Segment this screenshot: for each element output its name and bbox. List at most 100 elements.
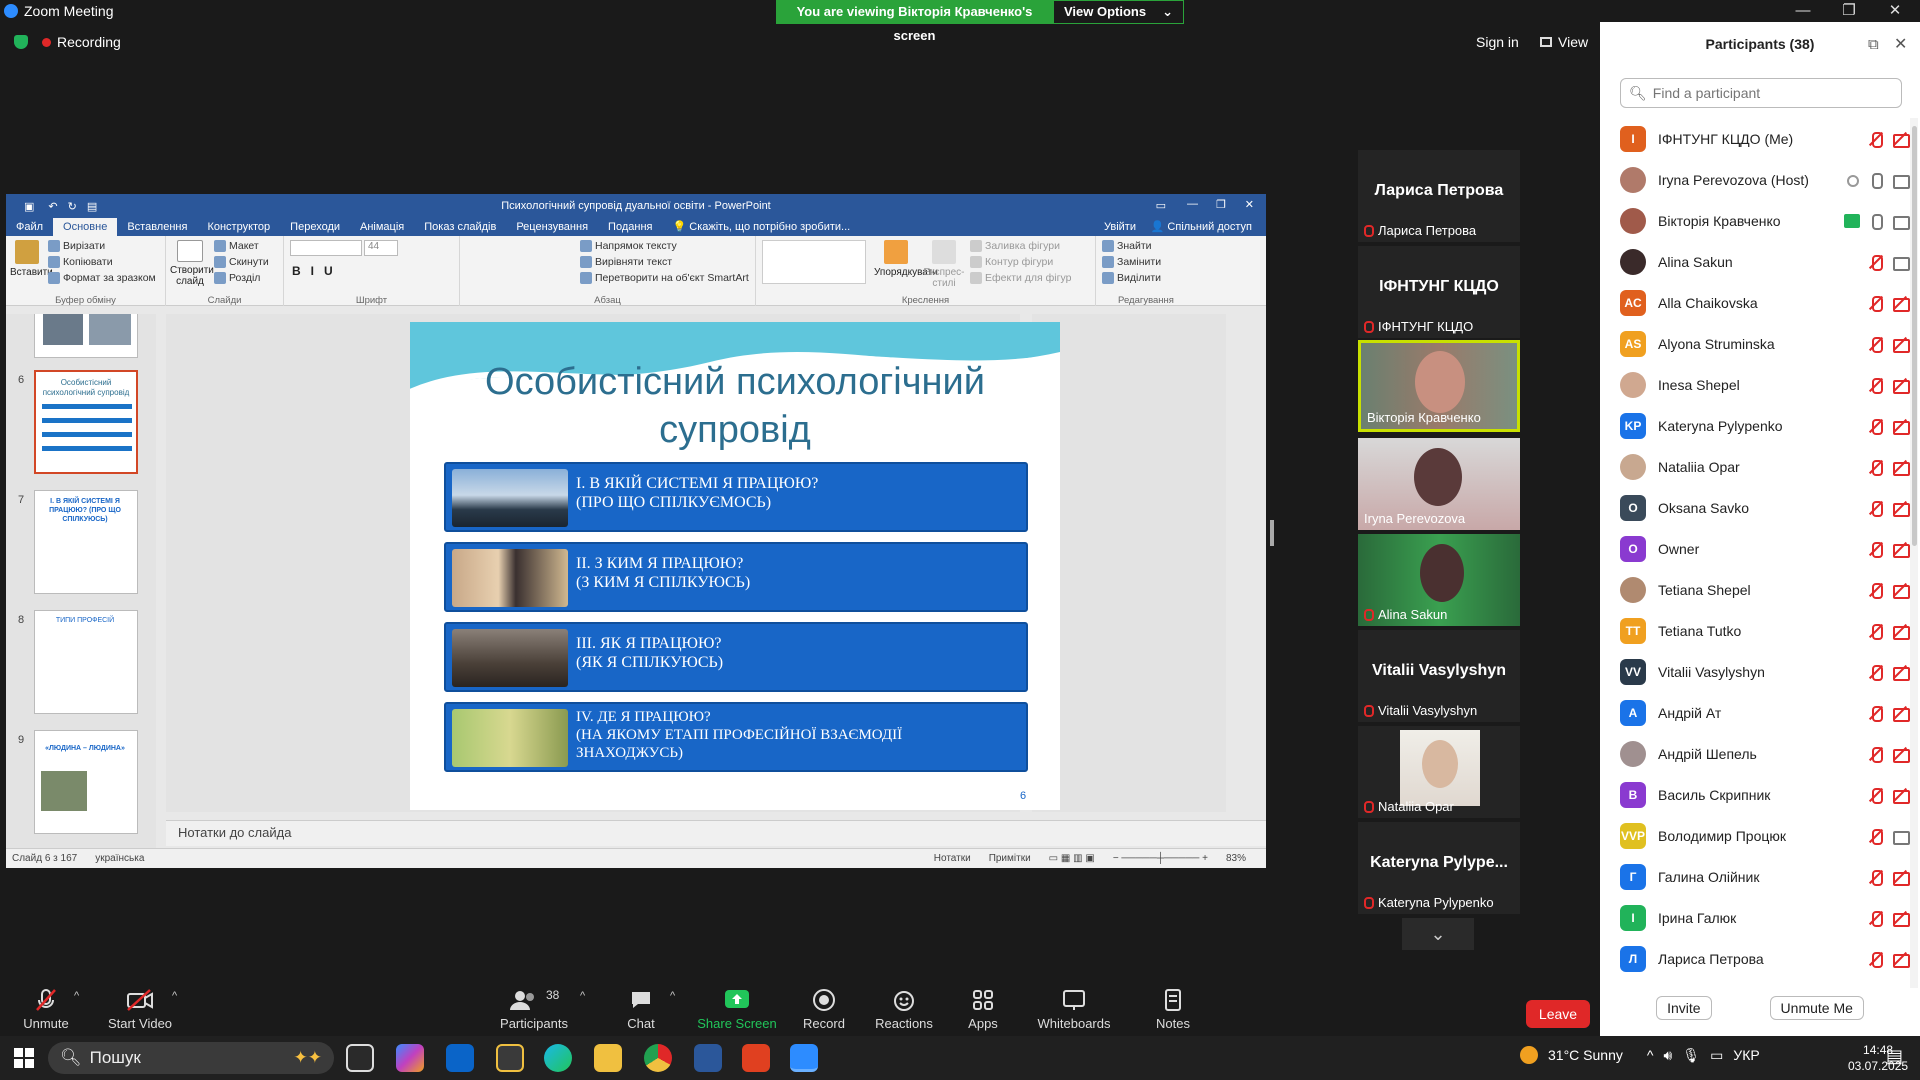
whiteboards-button[interactable]: Whiteboards — [1036, 988, 1112, 1032]
tab-transitions[interactable]: Переходи — [280, 218, 350, 236]
mic-muted-icon[interactable] — [1868, 295, 1884, 312]
scroll-down-videos-button[interactable]: ⌄ — [1402, 918, 1474, 950]
windows-start-icon[interactable] — [14, 1048, 34, 1068]
chat-button[interactable]: Chat — [616, 988, 666, 1032]
camera-off-icon[interactable] — [1892, 378, 1910, 394]
replace-button[interactable]: Замінити — [1102, 254, 1161, 270]
smartart-button[interactable]: Перетворити на об'єкт SmartArt — [580, 270, 749, 286]
slide-thumbnail-6[interactable]: Особистісний психологічний супровід — [34, 370, 138, 474]
zoom-level[interactable]: 83% — [1226, 853, 1246, 864]
video-tile[interactable]: Alina Sakun — [1358, 534, 1520, 626]
tab-review[interactable]: Рецензування — [506, 218, 598, 236]
restore-button[interactable]: ❐ — [1828, 0, 1870, 22]
shape-fill-button[interactable]: Заливка фігури — [970, 238, 1071, 254]
find-button[interactable]: Знайти — [1102, 238, 1161, 254]
participant-row[interactable]: Вікторія Кравченко — [1620, 200, 1910, 241]
mic-muted-icon[interactable] — [1868, 418, 1884, 435]
ppt-close-button[interactable]: ✕ — [1245, 198, 1254, 211]
video-tile[interactable]: Nataliia Opar — [1358, 726, 1520, 818]
video-tile[interactable]: Vitalii Vasylyshyn Vitalii Vasylyshyn — [1358, 630, 1520, 722]
task-view-icon[interactable] — [346, 1044, 374, 1072]
unmute-button[interactable]: Unmute — [18, 988, 74, 1032]
participant-row[interactable]: AC Alla Chaikovska — [1620, 282, 1910, 323]
pop-out-icon[interactable]: ⧉ — [1868, 36, 1879, 53]
mic-icon[interactable] — [1868, 172, 1884, 189]
participant-row[interactable]: Г Галина Олійник — [1620, 856, 1910, 897]
participant-row[interactable]: В Василь Скрипник — [1620, 774, 1910, 815]
audio-options-caret-icon[interactable]: ^ — [74, 990, 79, 1002]
video-options-caret-icon[interactable]: ^ — [172, 990, 177, 1002]
mic-muted-icon[interactable] — [1868, 336, 1884, 353]
copy-button[interactable]: Копіювати — [48, 254, 156, 270]
shape-effects-button[interactable]: Ефекти для фігур — [970, 270, 1071, 286]
language-indicator[interactable]: УКР — [1733, 1047, 1759, 1063]
ppt-restore-button[interactable]: ❐ — [1216, 198, 1226, 211]
reset-button[interactable]: Скинути — [214, 254, 269, 270]
font-size-select[interactable]: 44 — [364, 240, 398, 256]
camera-icon[interactable] — [1892, 214, 1910, 230]
participant-row[interactable]: AS Alyona Struminska — [1620, 323, 1910, 364]
camera-off-icon[interactable] — [1892, 706, 1910, 722]
layout-button[interactable]: Макет — [214, 238, 269, 254]
camera-off-icon[interactable] — [1892, 788, 1910, 804]
view-button[interactable]: View — [1540, 34, 1588, 50]
video-tile-active-speaker[interactable]: Вікторія Кравченко — [1358, 340, 1520, 432]
view-switcher-icons[interactable]: ▭ ▦ ▥ ▣ — [1049, 853, 1095, 864]
zoom-slider[interactable]: − ─────┼───── + — [1113, 853, 1208, 864]
camera-off-icon[interactable] — [1892, 337, 1910, 353]
participants-caret-icon[interactable]: ^ — [580, 990, 585, 1002]
file-explorer-icon[interactable] — [594, 1044, 622, 1072]
tab-slideshow[interactable]: Показ слайдів — [414, 218, 506, 236]
participant-row[interactable]: І ІФНТУНГ КЦДО (Me) — [1620, 118, 1910, 159]
slide-thumbnail-5[interactable] — [34, 314, 138, 358]
paste-button[interactable]: Вставити — [10, 240, 53, 278]
mic-muted-icon[interactable] — [1868, 377, 1884, 394]
video-tile[interactable]: Лариса Петрова Лариса Петрова — [1358, 150, 1520, 242]
mic-muted-icon[interactable] — [1868, 664, 1884, 681]
participant-row[interactable]: O Oksana Savko — [1620, 487, 1910, 528]
shapes-gallery[interactable] — [762, 240, 866, 284]
mic-muted-icon[interactable] — [1868, 541, 1884, 558]
mic-muted-icon[interactable] — [1868, 787, 1884, 804]
leave-button[interactable]: Leave — [1526, 1000, 1590, 1028]
ppt-minimize-button[interactable]: — — [1187, 198, 1198, 210]
camera-off-icon[interactable] — [1892, 583, 1910, 599]
word-icon[interactable] — [694, 1044, 722, 1072]
camera-off-icon[interactable] — [1892, 132, 1910, 148]
text-direction-button[interactable]: Напрямок тексту — [580, 238, 749, 254]
new-slide-button[interactable]: Створити слайд — [170, 240, 214, 287]
mic-muted-icon[interactable] — [1868, 131, 1884, 148]
participant-row[interactable]: Alina Sakun — [1620, 241, 1910, 282]
participant-row[interactable]: KP Kateryna Pylypenko — [1620, 405, 1910, 446]
tab-view[interactable]: Подання — [598, 218, 662, 236]
copilot-icon[interactable] — [396, 1044, 424, 1072]
tab-file[interactable]: Файл — [6, 218, 53, 236]
camera-off-icon[interactable] — [1892, 501, 1910, 517]
participant-row[interactable]: Nataliia Opar — [1620, 446, 1910, 487]
tray-overflow-chevron-icon[interactable]: ^ — [1647, 1047, 1654, 1063]
select-button[interactable]: Виділити — [1102, 270, 1161, 286]
mic-muted-icon[interactable] — [1868, 828, 1884, 845]
camera-off-icon[interactable] — [1892, 870, 1910, 886]
video-tile[interactable]: Kateryna Pylype... Kateryna Pylypenko — [1358, 822, 1520, 914]
microsoft-store-icon[interactable] — [496, 1044, 524, 1072]
unmute-me-button[interactable]: Unmute Me — [1769, 996, 1864, 1020]
comments-toggle[interactable]: Примітки — [989, 853, 1031, 864]
video-tile[interactable]: ІФНТУНГ КЦДО ІФНТУНГ КЦДО — [1358, 246, 1520, 338]
participant-row[interactable]: Inesa Shepel — [1620, 364, 1910, 405]
info-icon[interactable] — [1844, 173, 1860, 187]
camera-off-icon[interactable] — [1892, 460, 1910, 476]
tab-design[interactable]: Конструктор — [197, 218, 280, 236]
quick-styles-button[interactable]: Експрес-стилі — [922, 240, 966, 289]
participant-row[interactable]: O Owner — [1620, 528, 1910, 569]
notes-pane[interactable]: Нотатки до слайда — [166, 820, 1266, 846]
camera-off-icon[interactable] — [1892, 952, 1910, 968]
participants-button[interactable]: 38 Participants — [496, 988, 572, 1032]
mic-muted-icon[interactable] — [1868, 910, 1884, 927]
camera-off-icon[interactable] — [1892, 419, 1910, 435]
camera-icon[interactable] — [1892, 173, 1910, 189]
notification-icon[interactable]: ▤ — [1886, 1046, 1903, 1067]
invite-button[interactable]: Invite — [1656, 996, 1712, 1020]
recording-indicator[interactable]: Recording — [42, 34, 121, 50]
mic-muted-icon[interactable] — [1868, 951, 1884, 968]
